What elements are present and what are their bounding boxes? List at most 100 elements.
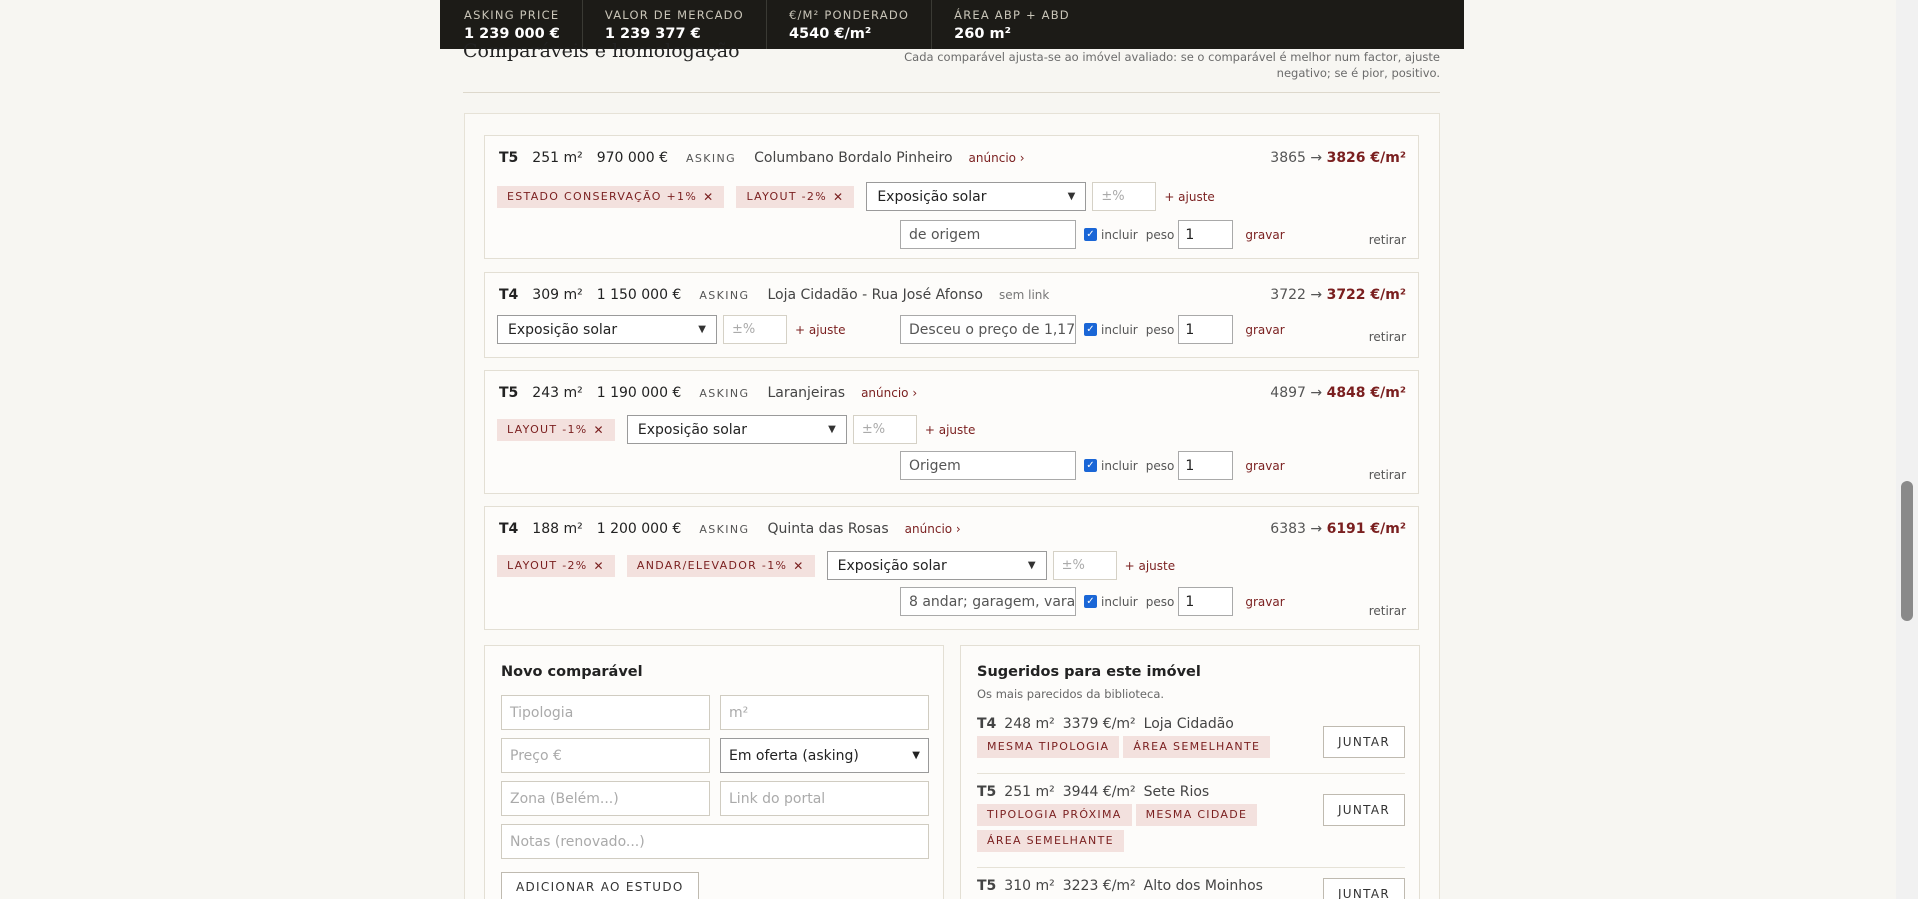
match-tag: ÁREA SEMELHANTE: [977, 830, 1124, 852]
comparable-area: 188 m²: [532, 521, 583, 537]
adjust-percent-input[interactable]: ±%: [1052, 551, 1117, 580]
include-checkbox[interactable]: ✓: [1084, 228, 1097, 241]
factor-select[interactable]: Exposição solar ▼: [826, 551, 1047, 580]
include-checkbox[interactable]: ✓: [1084, 323, 1097, 336]
comparable-area: 251 m²: [532, 150, 583, 166]
remove-link[interactable]: retirar: [1369, 604, 1406, 618]
adjust-percent-input[interactable]: ±%: [1092, 182, 1157, 211]
add-adjust-link[interactable]: + ajuste: [1125, 559, 1176, 573]
notes-input[interactable]: Origem: [900, 451, 1076, 480]
area-input[interactable]: m²: [720, 695, 929, 730]
join-button[interactable]: JUNTAR: [1323, 726, 1405, 758]
comparable-card: T4 188 m² 1 200 000 € ASKING Quinta das …: [484, 506, 1419, 630]
suggested-subtitle: Os mais parecidos da biblioteca.: [977, 687, 1165, 701]
weight-label: peso: [1145, 594, 1175, 609]
adjustments-row: LAYOUT -1% ✕ Exposição solar ▼ ±% + ajuste: [497, 415, 975, 444]
save-link[interactable]: gravar: [1245, 228, 1284, 242]
add-adjust-link[interactable]: + ajuste: [925, 423, 976, 437]
notes-input[interactable]: de origem: [900, 220, 1076, 249]
portal-link-input[interactable]: Link do portal: [720, 781, 929, 816]
include-label: incluir: [1101, 322, 1138, 337]
weight-input[interactable]: 1: [1178, 451, 1234, 480]
factor-select[interactable]: Exposição solar ▼: [626, 415, 847, 444]
factor-select[interactable]: Exposição solar ▼: [497, 315, 717, 344]
suggested-zone: Sete Rios: [1143, 784, 1210, 800]
save-link[interactable]: gravar: [1245, 323, 1284, 337]
include-checkbox[interactable]: ✓: [1084, 459, 1097, 472]
section-title: Comparáveis e homologação: [463, 40, 740, 62]
scrollbar[interactable]: [1896, 0, 1918, 899]
remove-link[interactable]: retirar: [1369, 330, 1406, 344]
close-icon[interactable]: ✕: [594, 419, 605, 441]
save-link[interactable]: gravar: [1245, 459, 1284, 473]
adjustment-tag[interactable]: LAYOUT -2% ✕: [497, 554, 615, 577]
notes-input[interactable]: Notas (renovado...): [501, 824, 929, 859]
close-icon[interactable]: ✕: [833, 186, 844, 208]
kpi-label: Valor de mercado: [604, 7, 744, 22]
zone-input[interactable]: Zona (Belém...): [501, 781, 710, 816]
adjust-percent-input[interactable]: ±%: [852, 415, 917, 444]
notes-input[interactable]: Desceu o preço de 1,175: [900, 315, 1076, 344]
section-note: Cada comparável ajusta-se ao imóvel aval…: [904, 50, 1440, 80]
suggested-panel: Sugeridos para este imóvel Os mais parec…: [960, 645, 1420, 899]
listing-link[interactable]: anúncio ›: [969, 151, 1025, 165]
adjustment-tag[interactable]: ESTADO CONSERVAÇÃO +1% ✕: [497, 185, 725, 208]
notes-input[interactable]: 8 andar; garagem, varanda: [900, 587, 1076, 616]
close-icon[interactable]: ✕: [703, 186, 714, 208]
ppm-from: 6383: [1270, 521, 1306, 537]
save-link[interactable]: gravar: [1245, 595, 1284, 609]
add-adjust-link[interactable]: + ajuste: [795, 323, 846, 337]
comparable-ppm: 4897 → 4848 €/m²: [1270, 385, 1406, 401]
include-checkbox[interactable]: ✓: [1084, 595, 1097, 608]
weight-input[interactable]: 1: [1178, 587, 1234, 616]
comparable-ppm: 3722 → 3722 €/m²: [1270, 287, 1406, 303]
comparable-header: T5 243 m² 1 190 000 € ASKING Laranjeiras…: [499, 385, 917, 401]
suggested-typology: T4: [977, 716, 997, 732]
add-to-study-button[interactable]: ADICIONAR AO ESTUDO: [501, 872, 699, 899]
adjustment-tag-label: LAYOUT -2%: [507, 558, 588, 572]
adjustment-tag[interactable]: LAYOUT -2% ✕: [736, 185, 855, 208]
match-tag: MESMA TIPOLOGIA: [977, 736, 1120, 758]
comparable-kind: ASKING: [699, 387, 750, 400]
notes-row: Desceu o preço de 1,175 ✓ incluir peso 1…: [900, 315, 1285, 344]
comparable-kind: ASKING: [685, 152, 737, 165]
add-adjust-link[interactable]: + ajuste: [1164, 190, 1215, 204]
scrollbar-thumb[interactable]: [1901, 481, 1913, 621]
weight-label: peso: [1145, 227, 1175, 242]
adjustment-tag[interactable]: LAYOUT -1% ✕: [497, 418, 615, 441]
remove-link[interactable]: retirar: [1369, 233, 1406, 247]
price-input[interactable]: Preço €: [501, 738, 710, 773]
offer-kind-select[interactable]: Em oferta (asking) ▼: [720, 738, 929, 773]
adjustment-tag[interactable]: ANDAR/ELEVADOR -1% ✕: [626, 554, 815, 577]
adjustment-tag-label: LAYOUT -2%: [746, 189, 827, 203]
include-label: incluir: [1101, 458, 1138, 473]
ppm-from: 3722: [1270, 287, 1306, 303]
close-icon[interactable]: ✕: [594, 555, 605, 577]
adjustments-row: LAYOUT -2% ✕ ANDAR/ELEVADOR -1% ✕ Exposiçã…: [497, 551, 1175, 580]
listing-link[interactable]: anúncio ›: [861, 386, 917, 400]
comparable-header: T4 309 m² 1 150 000 € ASKING Loja Cidadã…: [499, 287, 1049, 303]
join-button[interactable]: JUNTAR: [1323, 878, 1405, 899]
join-button[interactable]: JUNTAR: [1323, 794, 1405, 826]
comparable-card: T5 243 m² 1 190 000 € ASKING Laranjeiras…: [484, 370, 1419, 494]
comparable-price: 970 000 €: [596, 150, 668, 166]
suggested-area: 251 m²: [1004, 784, 1055, 800]
chevron-down-icon: ▼: [1027, 560, 1036, 571]
chevron-down-icon: ▼: [1067, 191, 1076, 202]
close-icon[interactable]: ✕: [793, 555, 804, 577]
factor-select[interactable]: Exposição solar ▼: [866, 182, 1087, 211]
remove-link[interactable]: retirar: [1369, 468, 1406, 482]
suggested-zone: Alto dos Moinhos: [1143, 878, 1263, 894]
comparable-header: T4 188 m² 1 200 000 € ASKING Quinta das …: [499, 521, 961, 537]
weight-input[interactable]: 1: [1178, 220, 1234, 249]
new-comparable-form: Novo comparável Tipologia m² Preço € Em …: [484, 645, 944, 899]
comparable-area: 309 m²: [532, 287, 583, 303]
comparable-kind: ASKING: [699, 289, 750, 302]
typology-input[interactable]: Tipologia: [501, 695, 710, 730]
chevron-down-icon: ▼: [698, 324, 706, 335]
suggested-tags: MESMA TIPOLOGIA ÁREA SEMELHANTE: [977, 736, 1277, 762]
listing-link[interactable]: anúncio ›: [905, 522, 961, 536]
weight-input[interactable]: 1: [1178, 315, 1234, 344]
adjust-percent-input[interactable]: ±%: [723, 315, 787, 344]
ppm-from: 4897: [1270, 385, 1306, 401]
